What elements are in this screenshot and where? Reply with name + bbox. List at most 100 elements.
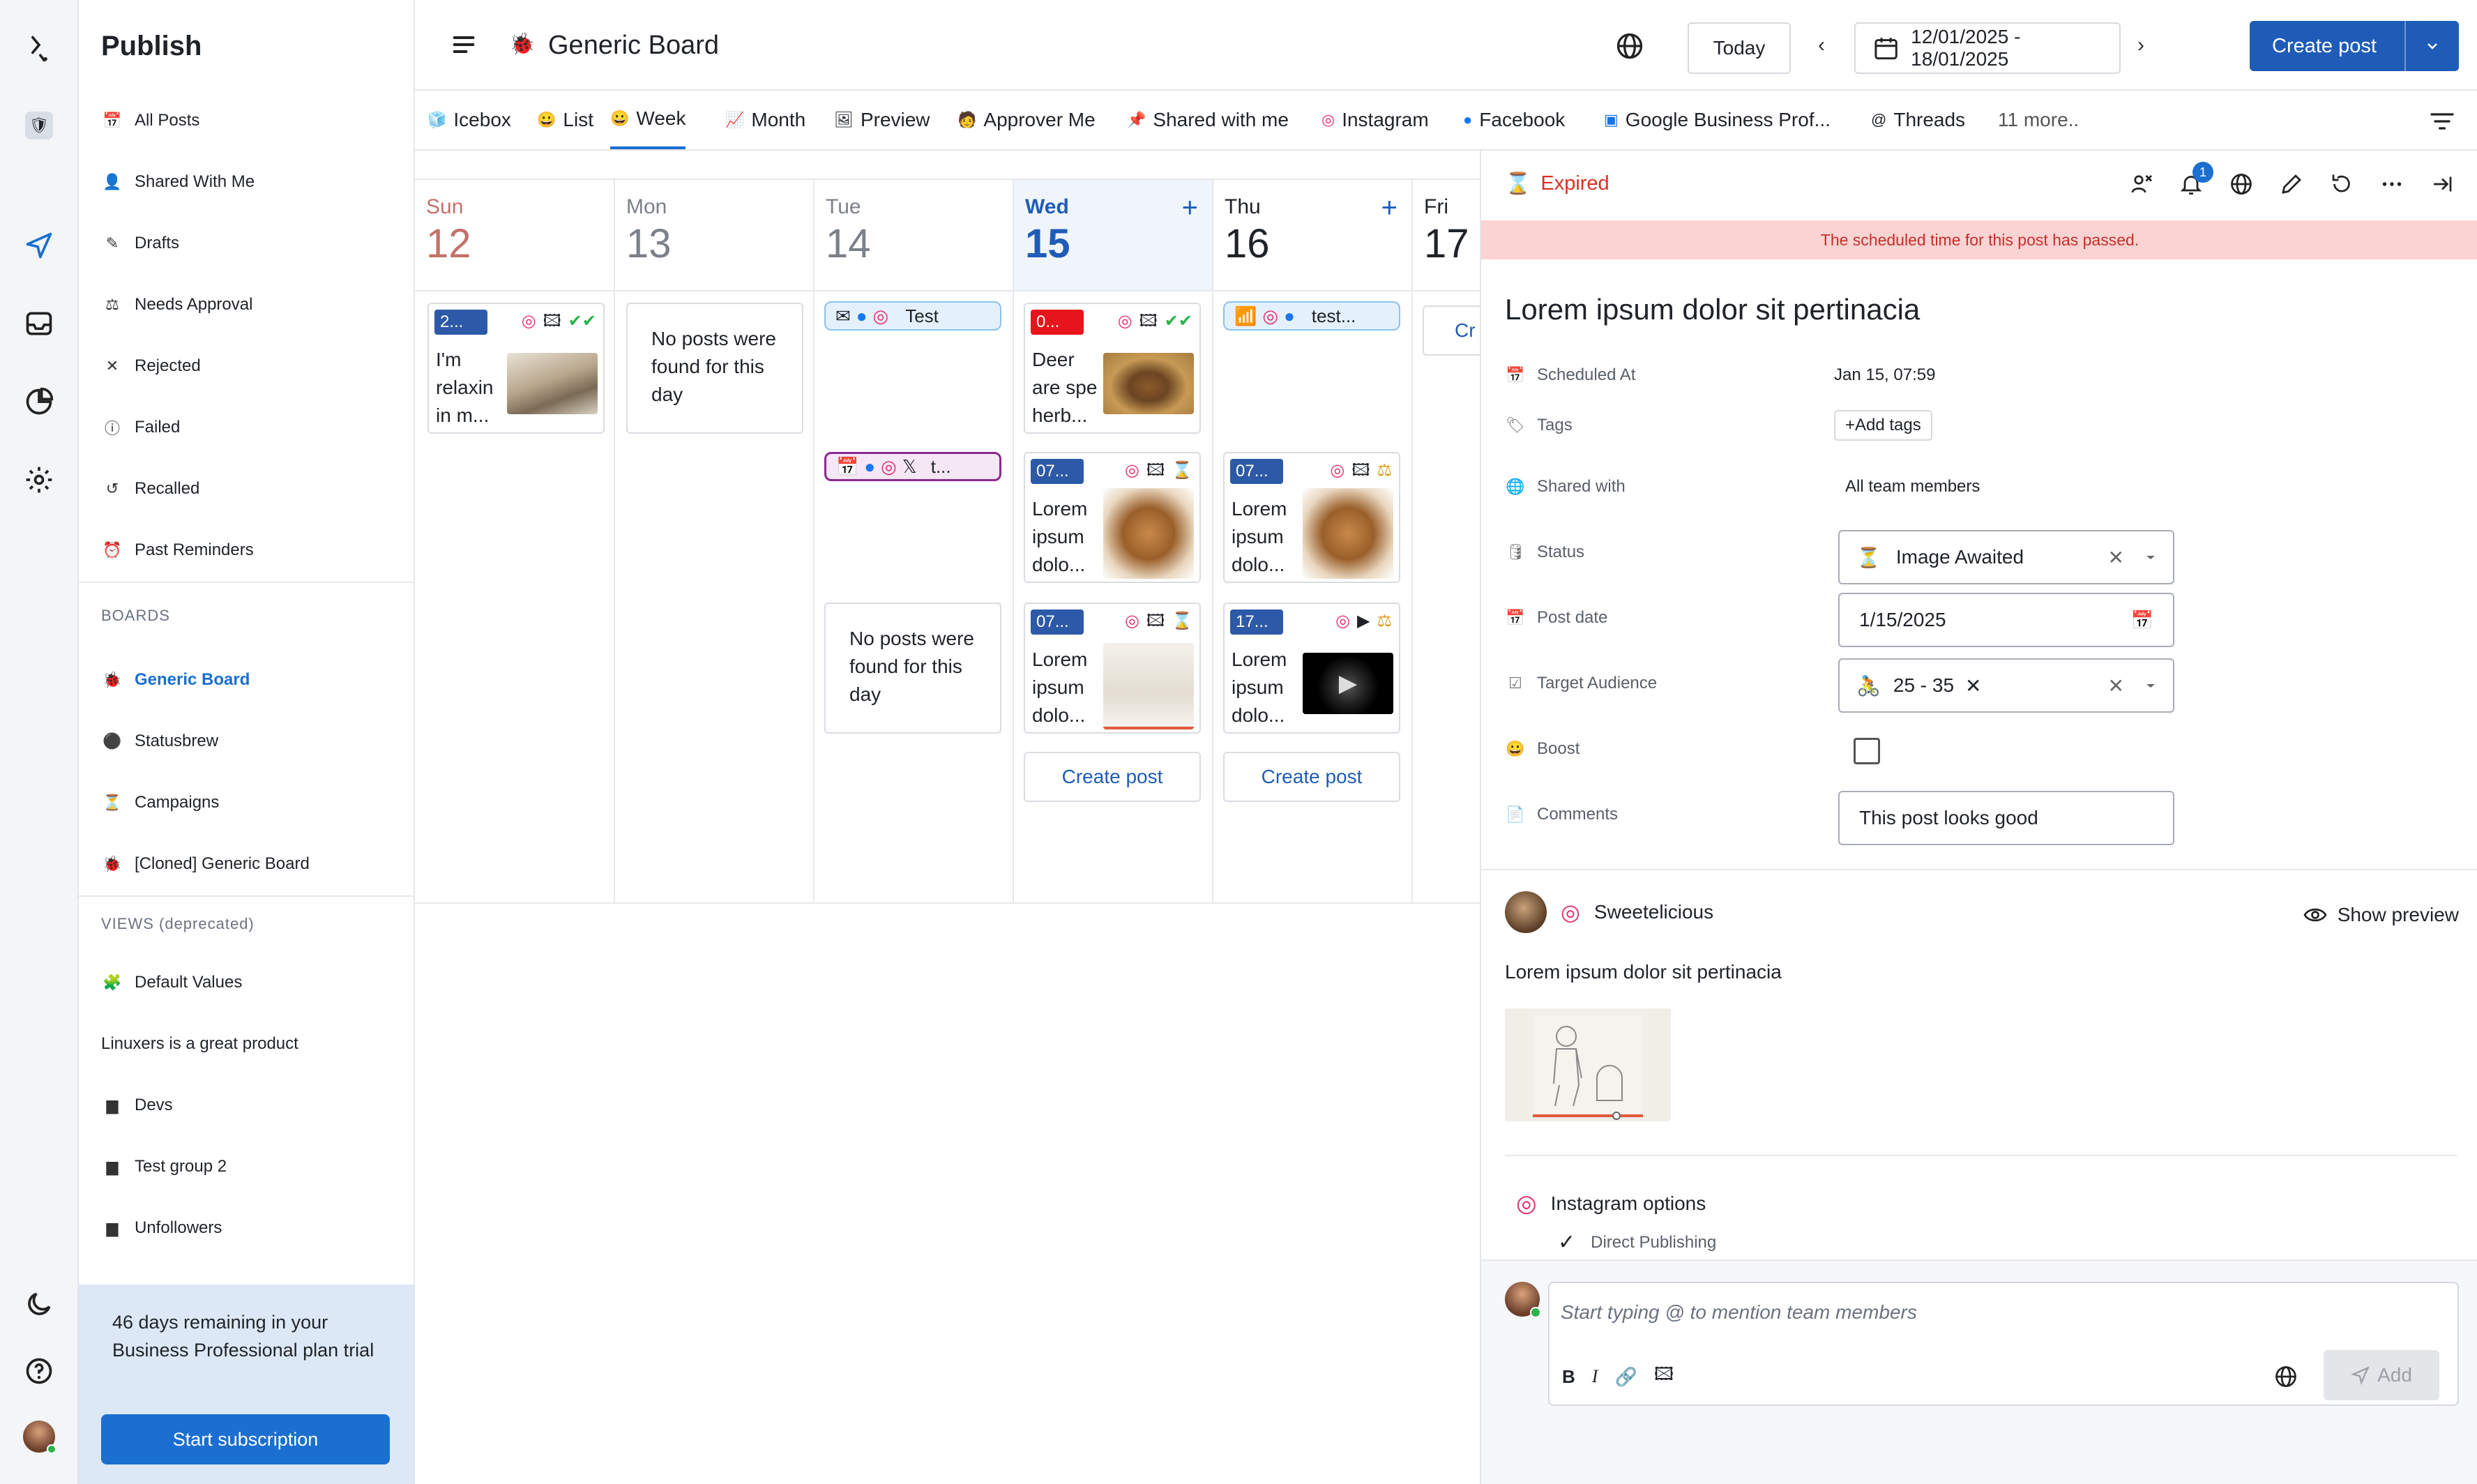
- create-post-button[interactable]: Cr: [1423, 305, 1480, 356]
- filter-icon[interactable]: [2428, 107, 2456, 135]
- remove-chip-icon[interactable]: ✕: [1965, 674, 2107, 697]
- sidebar-view-devs[interactable]: ▆ Devs: [101, 1088, 173, 1123]
- tab-list[interactable]: 😀 List: [537, 91, 593, 149]
- more-icon[interactable]: [2379, 172, 2404, 197]
- create-post-button[interactable]: Create post: [1024, 752, 1201, 802]
- scheduled-at-value[interactable]: Jan 15, 07:59: [1834, 365, 1935, 385]
- tab-approver-me[interactable]: 🧑 Approver Me: [957, 91, 1096, 149]
- post-card[interactable]: 07... ◎ 🖾 ⚖ Lorem ipsum dolo...: [1223, 452, 1400, 583]
- add-tags-button[interactable]: +Add tags: [1834, 410, 1932, 441]
- rail-settings[interactable]: [18, 459, 60, 501]
- post-preview-text: Lorem ipsum dolo...: [1032, 649, 1088, 726]
- boost-checkbox[interactable]: [1854, 738, 1880, 764]
- tab-preview[interactable]: 🖼 Preview: [834, 91, 930, 149]
- tab-instagram[interactable]: ◎ Instagram: [1321, 91, 1429, 149]
- prev-week-button[interactable]: ‹: [1818, 33, 1825, 57]
- clear-icon[interactable]: ✕: [2108, 674, 2124, 697]
- notification-button[interactable]: 1: [2179, 162, 2213, 197]
- app-logo[interactable]: [18, 28, 60, 70]
- sidebar-board-statusbrew[interactable]: ⚫ Statusbrew: [101, 724, 218, 759]
- globe-icon[interactable]: [2273, 1364, 2298, 1389]
- collapse-panel-icon[interactable]: [2430, 172, 2455, 197]
- tab-google-business[interactable]: ▣ Google Business Prof...: [1604, 91, 1831, 149]
- gear-icon: [26, 467, 52, 493]
- tab-facebook[interactable]: ● Facebook: [1463, 91, 1565, 149]
- remove-assignee-icon[interactable]: [2128, 172, 2153, 197]
- sidebar-item-recalled[interactable]: ↺ Recalled: [101, 471, 200, 506]
- alarm-icon: ⏰: [103, 541, 122, 559]
- menu-icon[interactable]: [450, 31, 478, 59]
- day-column-thu: Thu 16 + 📶 ◎ ● test... 07... ◎ 🖾 ⚖ Lorem ipsu…: [1213, 180, 1413, 904]
- italic-icon[interactable]: I: [1592, 1366, 1598, 1387]
- empty-day-message: No posts were found for this day: [626, 303, 803, 434]
- sidebar-item-needs-approval[interactable]: ⚖ Needs Approval: [101, 287, 252, 322]
- bold-icon[interactable]: B: [1562, 1366, 1575, 1388]
- post-card[interactable]: 17... ◎ ▶ ⚖ Lorem ipsum dolo... ▶: [1223, 603, 1400, 734]
- today-button[interactable]: Today: [1688, 22, 1791, 74]
- rail-help[interactable]: [18, 1350, 60, 1392]
- refresh-icon[interactable]: [2329, 172, 2354, 197]
- post-pill[interactable]: 📅 ● ◎ 𝕏t...: [824, 452, 1001, 481]
- rail-inbox[interactable]: [18, 303, 60, 344]
- rail-dark-mode[interactable]: [18, 1283, 60, 1325]
- post-date-input[interactable]: 1/15/2025 📅: [1838, 593, 2174, 647]
- create-post-button[interactable]: Create post: [1223, 752, 1400, 802]
- sidebar-item-all-posts[interactable]: 📅 All Posts: [101, 103, 199, 138]
- post-card[interactable]: 07... ◎ 🖾 ⌛ Lorem ipsum dolo...: [1024, 452, 1201, 583]
- post-time-badge: 17...: [1230, 610, 1283, 635]
- link-icon[interactable]: 🔗: [1614, 1366, 1637, 1388]
- next-week-button[interactable]: ›: [2137, 33, 2144, 57]
- post-thumbnail: [507, 353, 598, 414]
- sidebar-item-failed[interactable]: ⓘ Failed: [101, 410, 180, 445]
- sidebar-view-linuxers[interactable]: Linuxers is a great product: [101, 1027, 298, 1061]
- comments-input[interactable]: This post looks good: [1838, 791, 2174, 845]
- tab-week[interactable]: 😀 Week: [610, 91, 686, 149]
- globe-icon[interactable]: [2229, 172, 2254, 197]
- tab-threads[interactable]: @ Threads: [1871, 91, 1965, 149]
- show-preview-button[interactable]: Show preview: [2303, 902, 2459, 927]
- globe-icon[interactable]: [1614, 31, 1645, 61]
- sidebar-board-cloned[interactable]: 🐞 [Cloned] Generic Board: [101, 847, 310, 881]
- post-card[interactable]: 0... ◎ 🖾 ✔✔ Deer are spe herb...: [1024, 303, 1201, 434]
- clear-icon[interactable]: ✕: [2108, 546, 2124, 569]
- pencil-icon[interactable]: [2279, 172, 2304, 197]
- add-post-button[interactable]: +: [1182, 192, 1198, 224]
- post-pill[interactable]: ✉ ● ◎ Test: [824, 301, 1001, 331]
- sidebar-item-past-reminders[interactable]: ⏰ Past Reminders: [101, 533, 253, 568]
- sidebar-view-default-values[interactable]: 🧩 Default Values: [101, 965, 242, 1000]
- rail-publish[interactable]: [18, 225, 60, 266]
- sidebar-view-test-group-2[interactable]: ▆ Test group 2: [101, 1149, 227, 1184]
- comments-value: This post looks good: [1859, 807, 2038, 828]
- create-post-dropdown[interactable]: [2406, 38, 2459, 54]
- sidebar-item-rejected[interactable]: ✕ Rejected: [101, 349, 201, 384]
- create-post-button[interactable]: Create post: [2250, 35, 2404, 58]
- sidebar-board-generic[interactable]: 🐞 Generic Board: [101, 662, 250, 697]
- status-select[interactable]: ⏳ Image Awaited ✕: [1838, 530, 2174, 584]
- post-image[interactable]: [1505, 1008, 1671, 1121]
- tab-more[interactable]: 11 more..: [1998, 91, 2079, 149]
- add-comment-button[interactable]: Add: [2324, 1350, 2439, 1400]
- workspace-avatar[interactable]: 🛡: [18, 105, 60, 146]
- rail-analytics[interactable]: [18, 381, 60, 423]
- post-pill[interactable]: 📶 ◎ ● test...: [1223, 301, 1400, 331]
- tab-shared-with-me[interactable]: 📌 Shared with me: [1127, 91, 1289, 149]
- sidebar-view-unfollowers[interactable]: ▆ Unfollowers: [101, 1211, 222, 1246]
- post-card[interactable]: 07... ◎ 🖾 ⌛ Lorem ipsum dolo...: [1024, 603, 1201, 734]
- double-check-icon: ✔✔: [1164, 312, 1192, 331]
- date-range-picker[interactable]: 12/01/2025 - 18/01/2025: [1854, 22, 2121, 74]
- direct-publishing-row: ✓ Direct Publishing: [1558, 1230, 1716, 1255]
- calendar-icon[interactable]: 📅: [2131, 610, 2153, 631]
- tab-icebox[interactable]: 🧊 Icebox: [427, 91, 511, 149]
- sidebar-board-campaigns[interactable]: ⏳ Campaigns: [101, 785, 219, 820]
- target-audience-select[interactable]: 🚴 25 - 35 ✕ ✕: [1838, 658, 2174, 713]
- shared-with-value[interactable]: All team members: [1834, 477, 1980, 497]
- add-post-button[interactable]: +: [1381, 192, 1397, 224]
- sidebar-item-drafts[interactable]: ✎ Drafts: [101, 226, 179, 261]
- start-subscription-button[interactable]: Start subscription: [101, 1414, 390, 1464]
- rail-user-avatar[interactable]: [18, 1416, 60, 1458]
- sidebar-item-shared-with-me[interactable]: 👤 Shared With Me: [101, 165, 255, 199]
- comment-input[interactable]: Start typing @ to mention team members: [1561, 1301, 1917, 1324]
- post-card[interactable]: 2... ◎ 🖾 ✔✔ I'm relaxin in m...: [427, 303, 605, 434]
- tab-month[interactable]: 📈 Month: [725, 91, 805, 149]
- image-icon[interactable]: 🖾: [1654, 1361, 1674, 1392]
